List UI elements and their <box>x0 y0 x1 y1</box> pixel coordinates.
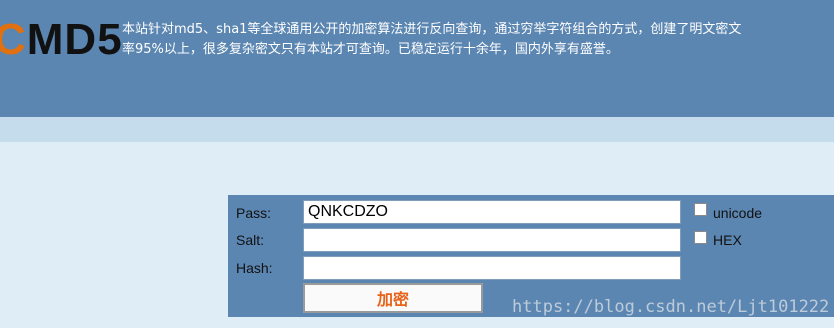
header-banner: CMD5 本站针对md5、sha1等全球通用公开的加密算法进行反向查询，通过穷举… <box>0 0 834 117</box>
sub-bar <box>0 117 834 142</box>
hash-input[interactable] <box>303 256 681 280</box>
site-logo[interactable]: CMD5 <box>0 16 123 64</box>
pass-label: Pass: <box>236 205 272 221</box>
unicode-label: unicode <box>713 205 763 221</box>
pass-input[interactable] <box>303 200 681 224</box>
salt-input[interactable] <box>303 228 681 252</box>
hex-checkbox[interactable] <box>694 231 707 244</box>
watermark-text: https://blog.csdn.net/Ljt101222 <box>512 297 830 317</box>
salt-label: Salt: <box>236 232 265 248</box>
hash-label: Hash: <box>236 260 273 276</box>
unicode-checkbox[interactable] <box>694 203 707 216</box>
intro-line-1: 本站针对md5、sha1等全球通用公开的加密算法进行反向查询，通过穷举字符组合的… <box>122 22 742 37</box>
hex-label: HEX <box>713 232 742 248</box>
encrypt-button[interactable]: 加密 <box>303 283 483 313</box>
site-intro: 本站针对md5、sha1等全球通用公开的加密算法进行反向查询，通过穷举字符组合的… <box>122 20 834 60</box>
intro-line-2: 率95%以上，很多复杂密文只有本站才可查询。已稳定运行十余年，国内外享有盛誉。 <box>122 42 619 57</box>
